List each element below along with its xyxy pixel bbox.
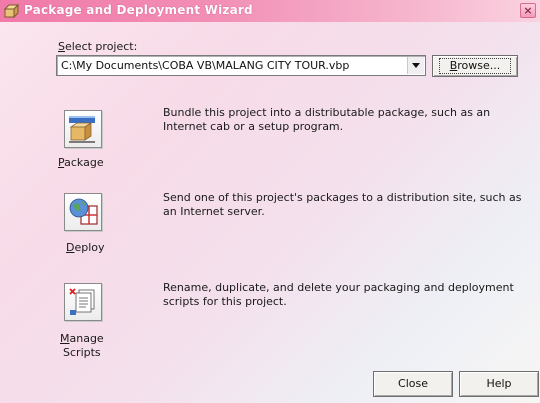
- help-button[interactable]: Help: [459, 371, 539, 397]
- title-bar[interactable]: Package and Deployment Wizard ×: [0, 0, 540, 22]
- project-path-value: C:\My Documents\COBA VB\MALANG CITY TOUR…: [61, 59, 350, 72]
- wizard-app-icon: [3, 3, 20, 19]
- wizard-window: Package and Deployment Wizard × Select p…: [0, 0, 540, 403]
- browse-button[interactable]: Browse...: [432, 55, 518, 77]
- close-icon: ×: [523, 4, 533, 17]
- manage-scripts-description: Rename, duplicate, and delete your packa…: [163, 281, 514, 308]
- deploy-button[interactable]: [64, 193, 102, 231]
- manage-scripts-label[interactable]: Manage Scripts: [60, 332, 104, 360]
- chevron-down-icon: [412, 63, 420, 68]
- deploy-description: Send one of this project's packages to a…: [163, 191, 522, 218]
- deploy-label[interactable]: Deploy: [66, 241, 105, 255]
- deploy-icon: [69, 198, 98, 225]
- combobox-dropdown-button[interactable]: [407, 57, 424, 74]
- select-project-label: Select project:: [58, 40, 138, 53]
- project-combobox[interactable]: C:\My Documents\COBA VB\MALANG CITY TOUR…: [56, 55, 426, 76]
- window-title: Package and Deployment Wizard: [24, 3, 253, 17]
- manage-scripts-icon: [69, 288, 95, 315]
- package-icon: [69, 116, 95, 143]
- manage-scripts-button[interactable]: [64, 283, 102, 321]
- package-description: Bundle this project into a distributable…: [163, 106, 491, 133]
- close-button[interactable]: Close: [373, 371, 453, 397]
- package-label[interactable]: Package: [58, 156, 104, 170]
- title-close-button[interactable]: ×: [520, 3, 536, 18]
- package-button[interactable]: [64, 110, 102, 148]
